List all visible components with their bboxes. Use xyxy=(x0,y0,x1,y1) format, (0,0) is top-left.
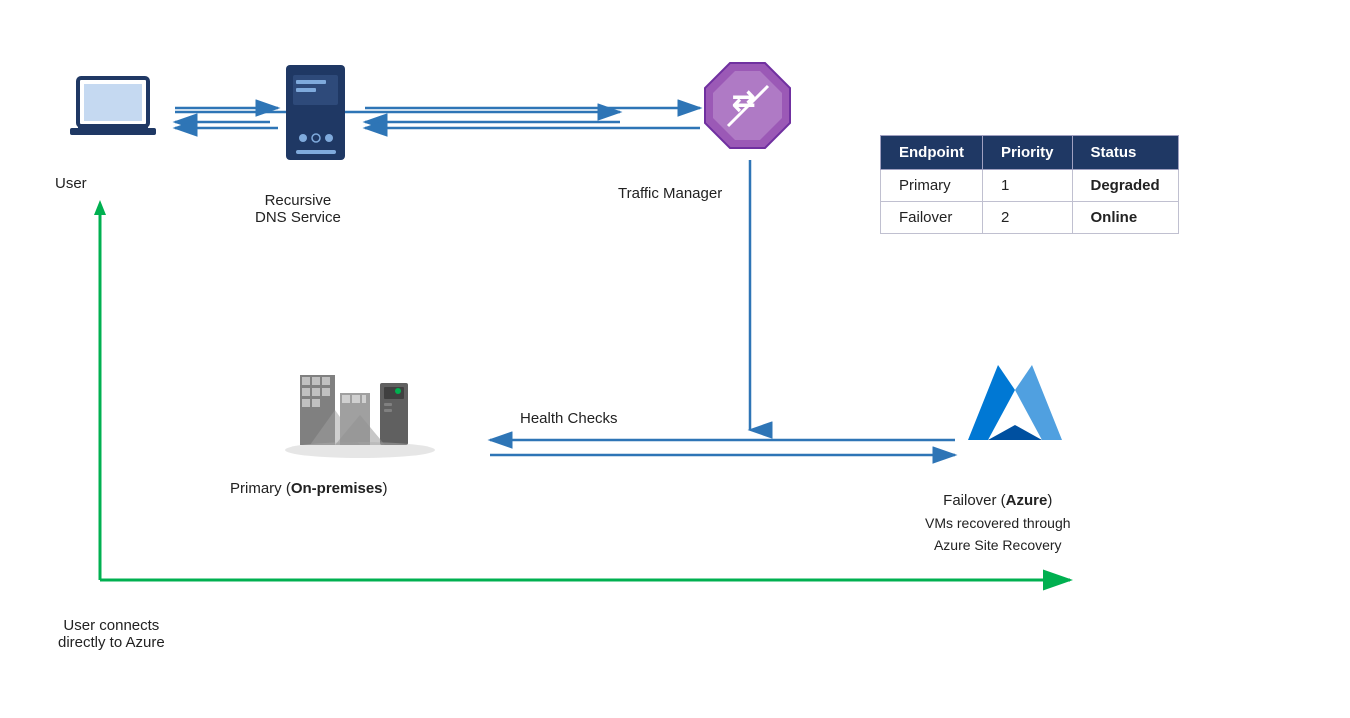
table-cell-endpoint: Primary xyxy=(881,170,983,202)
svg-text:⇄: ⇄ xyxy=(732,85,755,116)
label-traffic-manager: Traffic Manager xyxy=(618,185,722,202)
table-cell-endpoint: Failover xyxy=(881,202,983,234)
label-user-connects: User connects directly to Azure xyxy=(58,600,165,651)
table-cell-status: Online xyxy=(1072,202,1178,234)
label-primary-bold: On-premises xyxy=(291,480,383,497)
label-health-checks: Health Checks xyxy=(520,410,618,427)
label-failover: Failover (Azure) VMs recovered through A… xyxy=(925,490,1071,558)
primary-server-icon xyxy=(280,355,440,470)
label-primary: Primary (On-premises) xyxy=(230,480,388,497)
table-header-status: Status xyxy=(1072,136,1178,170)
diagram-container: User already covered; DNS <-- Traffic Ma… xyxy=(0,0,1350,718)
table-cell-priority: 1 xyxy=(982,170,1072,202)
label-dns: Recursive DNS Service xyxy=(255,175,341,226)
traffic-manager-icon: ⇄ xyxy=(700,58,795,158)
azure-logo-icon xyxy=(960,355,1070,460)
table-header-priority: Priority xyxy=(982,136,1072,170)
table-cell-priority: 2 xyxy=(982,202,1072,234)
table-header-endpoint: Endpoint xyxy=(881,136,983,170)
table-row: Failover2Online xyxy=(881,202,1179,234)
table-cell-status: Degraded xyxy=(1072,170,1178,202)
dns-server-icon xyxy=(278,60,353,170)
endpoint-table: Endpoint Priority Status Primary1Degrade… xyxy=(880,135,1179,234)
table-row: Primary1Degraded xyxy=(881,170,1179,202)
laptop-icon xyxy=(68,70,158,150)
diagram-svg: User already covered; DNS <-- Traffic Ma… xyxy=(0,0,1350,718)
label-failover-sub: VMs recovered through Azure Site Recover… xyxy=(925,515,1071,554)
label-user: User xyxy=(55,175,87,192)
label-failover-bold: Azure xyxy=(1006,492,1048,509)
